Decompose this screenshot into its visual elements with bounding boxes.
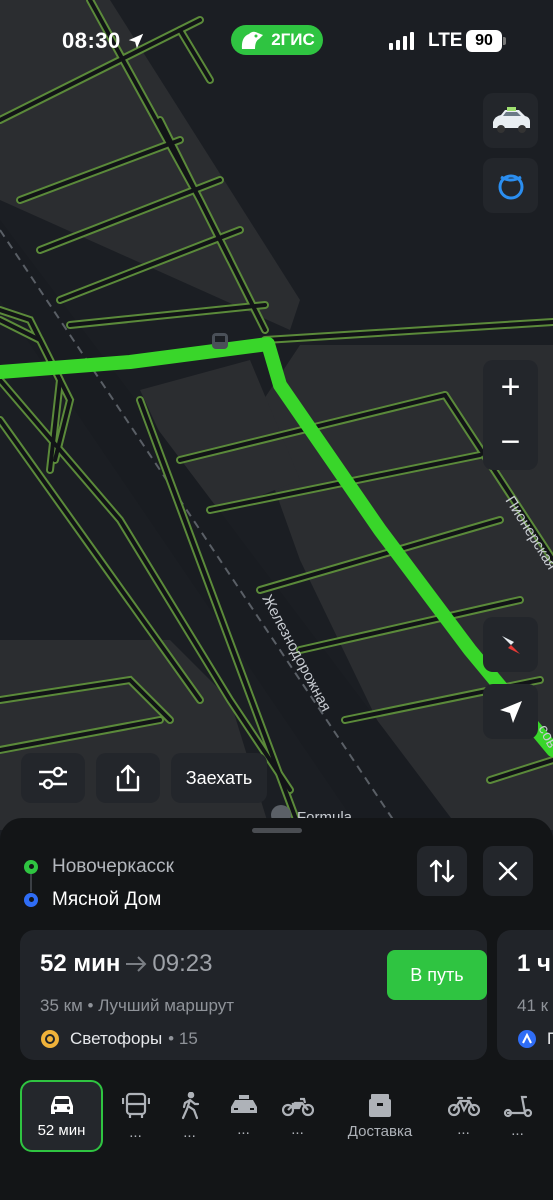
alt-route-icon (518, 1030, 536, 1048)
mode-bus-label: ... (129, 1123, 142, 1141)
sliders-icon (39, 766, 67, 790)
mode-car[interactable]: 52 мин (20, 1080, 103, 1152)
mode-delivery-label: Доставка (347, 1122, 413, 1140)
status-bar: 08:30 2ГИС LTE 90 (0, 22, 553, 62)
route-sheet: Новочеркасск Мясной Дом 52 мин 09:23 35 … (0, 818, 553, 1200)
compass-button[interactable] (483, 617, 538, 672)
mode-bike-label: ... (457, 1120, 470, 1138)
mode-moto-label: ... (291, 1120, 304, 1138)
arrival-time: 09:23 (152, 950, 213, 977)
car-icon (50, 1095, 73, 1114)
alt-distance: 41 к (517, 996, 549, 1015)
from-label: Новочеркасск (52, 855, 174, 877)
car-icon (492, 106, 530, 133)
start-route-button[interactable]: В путь (387, 950, 487, 1000)
network-type: LTE (428, 30, 463, 51)
time-text: 08:30 (62, 28, 121, 53)
distance-text: 35 км (40, 996, 83, 1015)
mode-taxi-label: ... (237, 1120, 250, 1138)
battery-level: 90 (475, 32, 493, 49)
alt-extra-text: П (547, 1029, 553, 1049)
waypoints: Новочеркасск Мясной Дом (24, 850, 174, 916)
bus-stop-icon[interactable] (212, 333, 228, 349)
route-duration: 52 мин 09:23 (40, 950, 212, 978)
location-arrow-icon (128, 33, 143, 49)
walk-icon (181, 1091, 199, 1119)
mode-scooter[interactable]: ... (490, 1080, 545, 1152)
add-stop-button[interactable]: Заехать (171, 753, 267, 803)
mode-bike[interactable]: ... (436, 1080, 491, 1152)
my-location-button[interactable] (483, 684, 538, 739)
mode-moto[interactable]: ... (270, 1080, 325, 1152)
close-icon (498, 861, 518, 881)
alt-duration-text: 1 ч (517, 950, 551, 977)
brand-badge[interactable]: 2ГИС (231, 25, 323, 55)
compass-icon (501, 635, 520, 654)
traffic-lights-number: 15 (178, 1029, 198, 1048)
status-time: 08:30 (62, 28, 145, 54)
to-dot-icon (24, 892, 38, 907)
meta-separator: • (87, 996, 94, 1015)
route-card-alternative[interactable]: 1 ч 41 к П (497, 930, 553, 1060)
scooter-icon (503, 1095, 532, 1117)
route-meta: 35 км • Лучший маршрут (40, 996, 234, 1016)
mode-scooter-label: ... (511, 1121, 524, 1139)
waypoint-from[interactable]: Новочеркасск (24, 850, 174, 892)
close-button[interactable] (483, 846, 533, 896)
traffic-lights-count: • 15 (168, 1029, 198, 1048)
swap-arrows-icon (429, 859, 455, 883)
to-label: Мясной Дом (52, 888, 162, 910)
location-arrow-icon (499, 700, 522, 723)
sheet-handle[interactable] (252, 828, 302, 833)
mode-car-label: 52 мин (37, 1121, 86, 1139)
alt-extra: П (517, 1029, 553, 1049)
zoom-out-button[interactable]: − (483, 415, 538, 470)
share-button[interactable] (96, 753, 160, 803)
signal-icon (389, 32, 414, 50)
traffic-lights-label: Светофоры (70, 1029, 163, 1048)
taxi-car-button[interactable] (483, 93, 538, 148)
traffic-lights-info: Светофоры • 15 (40, 1029, 198, 1049)
transport-mode-bar: 52 мин ... ... ... ... Доставка ... ... (0, 1080, 553, 1154)
arrow-right-icon (126, 956, 147, 972)
navigator-icon (498, 174, 523, 199)
mode-bus[interactable]: ... (108, 1080, 163, 1152)
route-settings-button[interactable] (21, 753, 85, 803)
mode-walk-label: ... (183, 1123, 196, 1141)
bus-icon (121, 1092, 150, 1118)
mode-taxi[interactable]: ... (216, 1080, 271, 1152)
waypoint-to[interactable]: Мясной Дом (24, 883, 174, 916)
mode-walk[interactable]: ... (162, 1080, 217, 1152)
package-icon (369, 1093, 391, 1117)
duration-text: 52 мин (40, 950, 121, 977)
map-view[interactable]: Железнодорожная Пионерская Formula сов (0, 0, 553, 830)
zoom-controls: + − (483, 360, 538, 470)
taxi-icon (230, 1094, 257, 1113)
brand-text: 2ГИС (271, 30, 315, 49)
alt-duration: 1 ч (517, 950, 551, 978)
motorcycle-icon (281, 1097, 314, 1116)
bicycle-icon (447, 1096, 480, 1116)
route-card-primary[interactable]: 52 мин 09:23 35 км • Лучший маршрут Свет… (20, 930, 487, 1060)
swap-button[interactable] (417, 846, 467, 896)
battery-icon: 90 (466, 30, 506, 52)
route-type-text: Лучший маршрут (98, 996, 235, 1015)
dog-logo-icon (242, 31, 264, 49)
zoom-in-button[interactable]: + (483, 360, 538, 415)
share-icon (116, 764, 140, 792)
traffic-light-icon (41, 1030, 59, 1048)
navigator-button[interactable] (483, 158, 538, 213)
from-dot-icon (24, 859, 38, 874)
mode-delivery[interactable]: Доставка (340, 1080, 420, 1152)
